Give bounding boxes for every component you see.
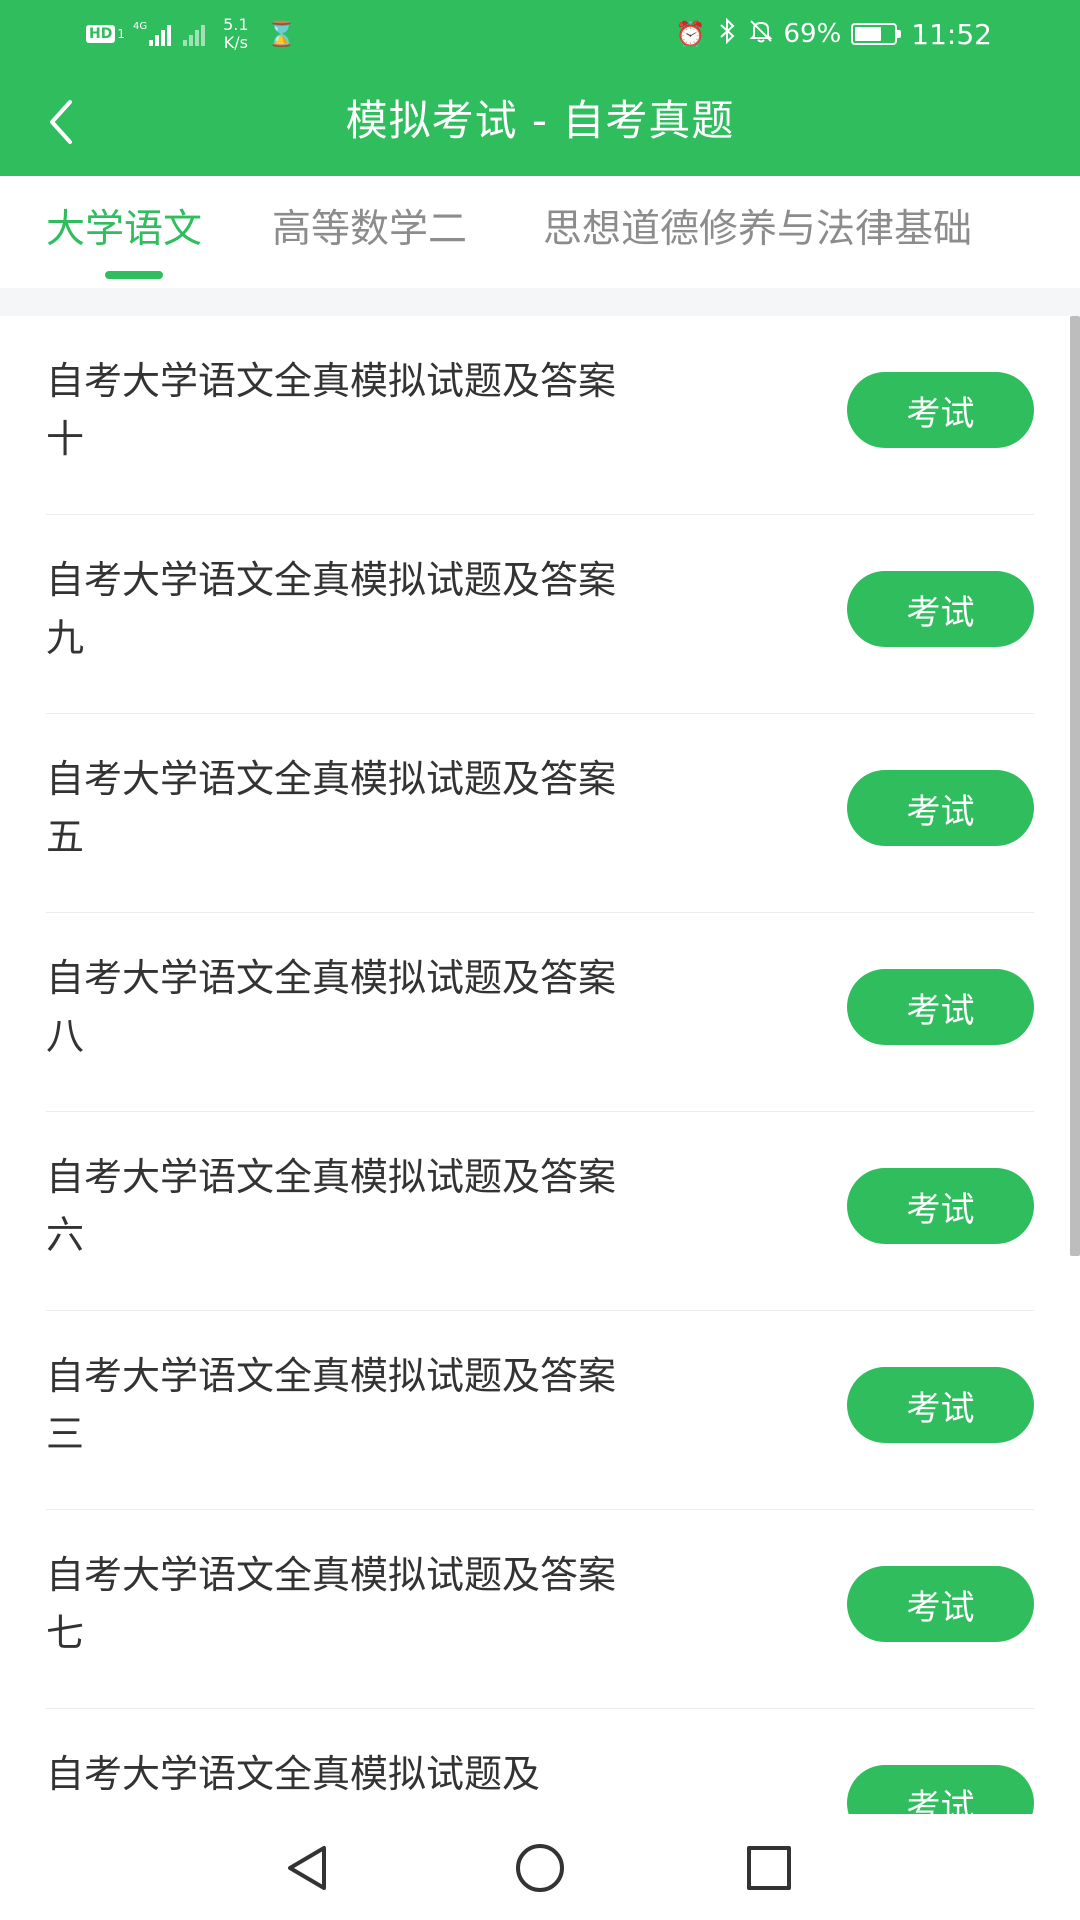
tab-chinese[interactable]: 大学语文	[46, 200, 202, 260]
back-triangle-icon	[288, 1846, 326, 1890]
section-divider	[0, 288, 1080, 316]
list-item: 自考大学语文全真模拟试题及答案七 考试	[0, 1510, 1080, 1709]
sim-slot-label: 1	[117, 27, 125, 41]
exam-title: 自考大学语文全真模拟试题及答案八	[46, 956, 617, 1058]
exam-button[interactable]: 考试	[847, 1765, 1034, 1814]
exam-button[interactable]: 考试	[847, 1367, 1034, 1443]
list-item: 自考大学语文全真模拟试题及答案九 考试	[0, 515, 1080, 714]
exam-button[interactable]: 考试	[847, 372, 1034, 448]
mute-icon	[748, 18, 774, 50]
exam-button[interactable]: 考试	[847, 1168, 1034, 1244]
exam-title: 自考大学语文全真模拟试题及答案三	[46, 1354, 617, 1456]
list-item: 自考大学语文全真模拟试题及答案十 考试	[0, 316, 1080, 515]
list-item: 自考大学语文全真模拟试题及 考试	[0, 1709, 1080, 1814]
battery-fill	[855, 27, 882, 41]
active-tab-indicator	[105, 271, 163, 279]
status-bar-left: HD 1 4G 5.1 K/s ⌛	[86, 12, 296, 56]
hd-badge: HD	[86, 25, 116, 43]
title-bar: 模拟考试 - 自考真题	[0, 66, 1080, 176]
network-type-label: 4G	[132, 20, 148, 32]
scrollbar[interactable]	[1070, 316, 1080, 1256]
subject-tabs: 大学语文 高等数学二 思想道德修养与法律基础	[0, 176, 1080, 288]
exam-title: 自考大学语文全真模拟试题及答案六	[46, 1155, 617, 1257]
chevron-left-icon	[50, 100, 72, 144]
list-item: 自考大学语文全真模拟试题及答案五 考试	[0, 714, 1080, 913]
exam-button[interactable]: 考试	[847, 770, 1034, 846]
net-speed-unit: K/s	[223, 33, 248, 52]
nav-recents-button[interactable]	[741, 1842, 797, 1894]
signal-icon	[149, 22, 173, 46]
bluetooth-icon	[718, 17, 736, 50]
nav-back-button[interactable]	[280, 1842, 336, 1894]
list-item: 自考大学语文全真模拟试题及答案三 考试	[0, 1311, 1080, 1510]
signal-off-icon	[183, 22, 207, 46]
nav-home-button[interactable]	[512, 1842, 568, 1894]
exam-button[interactable]: 考试	[847, 1566, 1034, 1642]
list-item: 自考大学语文全真模拟试题及答案六 考试	[0, 1112, 1080, 1311]
home-circle-icon	[516, 1844, 564, 1892]
battery-icon	[851, 23, 902, 45]
list-item: 自考大学语文全真模拟试题及答案八 考试	[0, 913, 1080, 1112]
exam-title: 自考大学语文全真模拟试题及答案七	[46, 1553, 617, 1655]
exam-title: 自考大学语文全真模拟试题及	[46, 1752, 541, 1796]
navigation-bar	[0, 1814, 1080, 1920]
exam-title: 自考大学语文全真模拟试题及答案五	[46, 757, 617, 859]
exam-title: 自考大学语文全真模拟试题及答案十	[46, 359, 617, 461]
battery-percent: 69%	[783, 19, 842, 49]
status-bar-right: ⏰ 69% 11:52	[664, 12, 992, 56]
exam-list: 自考大学语文全真模拟试题及答案十 考试 自考大学语文全真模拟试题及答案九 考试 …	[0, 316, 1080, 1814]
exam-button[interactable]: 考试	[847, 571, 1034, 647]
tab-advanced-math[interactable]: 高等数学二	[272, 200, 467, 260]
page-title: 模拟考试 - 自考真题	[345, 96, 735, 145]
exam-title: 自考大学语文全真模拟试题及答案九	[46, 558, 617, 660]
clock: 11:52	[911, 17, 992, 51]
alarm-icon: ⏰	[675, 20, 706, 48]
tab-ideology-law[interactable]: 思想道德修养与法律基础	[543, 200, 972, 260]
hourglass-icon: ⌛	[266, 20, 297, 48]
recents-square-icon	[747, 1846, 791, 1890]
exam-button[interactable]: 考试	[847, 969, 1034, 1045]
back-button[interactable]	[30, 90, 94, 154]
status-bar: HD 1 4G 5.1 K/s ⌛ ⏰ 69% 11:52	[0, 0, 1080, 66]
net-speed-value: 5.1	[223, 15, 249, 34]
net-speed: 5.1 K/s	[223, 16, 248, 52]
